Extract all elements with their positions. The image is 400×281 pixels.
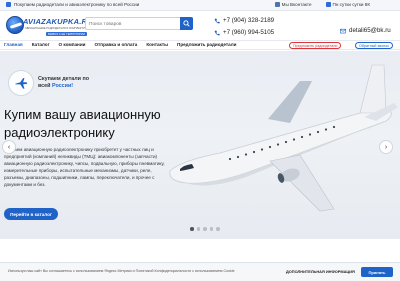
offer-parts-button[interactable]: Предложить радиодетали bbox=[289, 42, 342, 49]
hero-title: Купим вашу авиационную радиоэлектронику bbox=[4, 107, 161, 140]
logo-globe-icon bbox=[6, 16, 24, 34]
chevron-left-icon: ‹ bbox=[7, 143, 11, 151]
hero-badge-line1: Скупаем детали по bbox=[38, 76, 90, 82]
slider-dot[interactable] bbox=[203, 227, 207, 231]
callback-button[interactable]: Обратный звонок bbox=[355, 42, 393, 49]
schedule-link-label: Пн сутки сутки 8К bbox=[332, 2, 370, 7]
logo-badge: ВЫВОЗ С ЕЁ ТЕРРИТОРИИ bbox=[46, 32, 88, 36]
phone-2[interactable]: +7 (960) 994-5105 bbox=[214, 27, 274, 38]
phone-icon bbox=[214, 30, 220, 35]
phone-icon bbox=[214, 18, 220, 23]
logo-tagline: АВИАЦИОННЫЕ РАДИОДЕТАЛИ И КОМПЛЕКТУЮЩИЕ bbox=[25, 27, 94, 30]
cookie-accept-button[interactable]: Принять bbox=[361, 267, 393, 277]
site-logo[interactable]: AVIAZAKUPKA.RU АВИАЦИОННЫЕ РАДИОДЕТАЛИ И… bbox=[6, 14, 93, 38]
search-button[interactable] bbox=[180, 17, 193, 30]
slider-dot[interactable] bbox=[216, 227, 220, 231]
top-links: Мы Вконтакте Пн сутки сутки 8К bbox=[274, 2, 370, 7]
top-strip: Покупаем радиодетали и авиаэлектронику п… bbox=[0, 0, 400, 11]
chevron-right-icon: › bbox=[384, 143, 388, 151]
catalog-cta-button[interactable]: Перейти в каталог bbox=[4, 208, 58, 220]
phone-list: +7 (904) 328-2189 +7 (960) 994-5105 bbox=[214, 15, 274, 38]
phone-1[interactable]: +7 (904) 328-2189 bbox=[214, 15, 274, 26]
hero-badge-highlight: России! bbox=[52, 83, 74, 89]
email-link[interactable]: detali65@bk.ru bbox=[340, 27, 391, 34]
main-nav: Главная Каталог О компании Отправка и оп… bbox=[0, 40, 400, 50]
cookie-text: Используя наш сайт Вы соглашаетесь с исп… bbox=[8, 269, 235, 273]
clock-icon bbox=[325, 2, 331, 7]
info-icon bbox=[6, 2, 11, 7]
hero-description: Скупаем авиационную радиоэлектронику при… bbox=[4, 147, 165, 187]
vk-link[interactable]: Мы Вконтакте bbox=[274, 2, 312, 7]
hero-slider: Скупаем детали по всей России! Купим ваш… bbox=[0, 51, 400, 239]
top-notice: Покупаем радиодетали и авиаэлектронику п… bbox=[6, 2, 139, 7]
slider-dot[interactable] bbox=[209, 227, 213, 231]
mail-icon bbox=[340, 28, 346, 33]
cookie-bar: Используя наш сайт Вы соглашаетесь с исп… bbox=[0, 262, 400, 281]
slider-dots bbox=[190, 227, 220, 231]
search-icon bbox=[183, 20, 190, 27]
schedule-link[interactable]: Пн сутки сутки 8К bbox=[325, 2, 370, 7]
nav-item-home[interactable]: Главная bbox=[4, 42, 23, 47]
email-text: detali65@bk.ru bbox=[349, 27, 391, 34]
phone-2-text: +7 (960) 994-5105 bbox=[223, 29, 275, 36]
slider-next-button[interactable]: › bbox=[379, 140, 393, 154]
nav-item-delivery[interactable]: Отправка и оплата bbox=[94, 42, 137, 47]
vk-icon bbox=[274, 2, 280, 7]
site-header: AVIAZAKUPKA.RU АВИАЦИОННЫЕ РАДИОДЕТАЛИ И… bbox=[0, 11, 400, 40]
hero-badge-line2: всей bbox=[38, 83, 52, 89]
search-box bbox=[85, 17, 193, 30]
vk-link-label: Мы Вконтакте bbox=[281, 2, 312, 7]
cookie-more-link[interactable]: ДОПОЛНИТЕЛЬНАЯ ИНФОРМАЦИЯ bbox=[286, 269, 355, 274]
nav-item-contacts[interactable]: Контакты bbox=[146, 42, 168, 47]
nav-item-about[interactable]: О компании bbox=[58, 42, 85, 47]
phone-1-text: +7 (904) 328-2189 bbox=[223, 17, 275, 24]
hero-badge: Скупаем детали по всей России! bbox=[8, 70, 98, 96]
search-input[interactable] bbox=[89, 19, 177, 29]
slider-prev-button[interactable]: ‹ bbox=[2, 140, 16, 154]
logo-text: AVIAZAKUPKA.RU bbox=[23, 17, 93, 26]
top-notice-text: Покупаем радиодетали и авиаэлектронику п… bbox=[14, 2, 140, 7]
nav-item-offer[interactable]: Предложить радиодетали bbox=[177, 42, 236, 47]
slider-dot[interactable] bbox=[190, 227, 194, 231]
slider-dot[interactable] bbox=[196, 227, 200, 231]
airplane-icon bbox=[8, 70, 34, 96]
nav-item-catalog[interactable]: Каталог bbox=[32, 42, 50, 47]
hero-badge-text: Скупаем детали по всей России! bbox=[38, 76, 98, 90]
nav-items: Главная Каталог О компании Отправка и оп… bbox=[4, 42, 236, 47]
